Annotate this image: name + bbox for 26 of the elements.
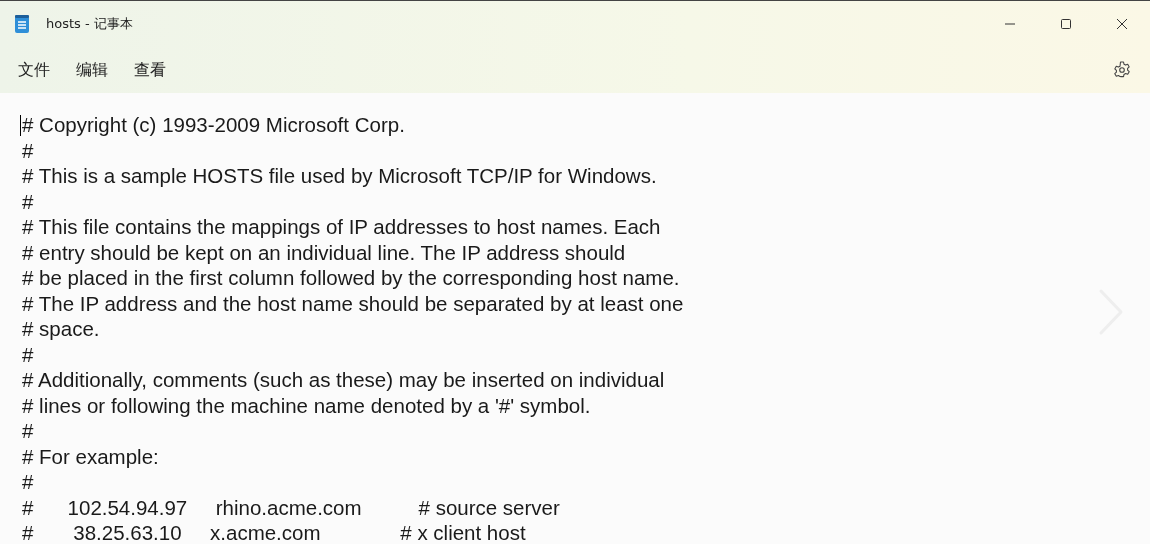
text-cursor (20, 115, 21, 136)
text-line: # Copyright (c) 1993-2009 Microsoft Corp. (22, 112, 405, 138)
text-line: # (22, 188, 34, 214)
settings-icon[interactable] (1112, 60, 1132, 80)
menu-item[interactable]: 编辑 (76, 55, 108, 85)
text-line: # space. (22, 316, 100, 342)
text-line: # For example: (22, 443, 159, 469)
text-line: # (22, 137, 34, 163)
text-line: # This file contains the mappings of IP addresses to host names. Each (22, 214, 661, 240)
menu-item[interactable]: 文件 (18, 55, 50, 85)
text-line: # Additionally, comments (such as these) may be inserted on individual (22, 367, 665, 393)
maximize-icon (1060, 18, 1072, 30)
notepad-icon (14, 14, 30, 34)
text-line: # be placed in the first column followed by the corresponding host name. (22, 265, 680, 291)
text-line: # entry should be kept on an individual line. The IP address should (22, 239, 626, 265)
text-line: # (22, 469, 34, 495)
text-line: # The IP address and the host name should be separated by at least one (22, 290, 684, 316)
menu-item[interactable]: 查看 (134, 55, 166, 85)
text-line: # lines or following the machine name denoted by a '#' symbol. (22, 392, 591, 418)
text-line: # 38.25.63.10 x.acme.com # x client host (22, 520, 526, 544)
text-line: # This is a sample HOSTS file used by Microsoft TCP/IP for Windows. (22, 163, 657, 189)
text-line: # (22, 418, 34, 444)
text-line: # 102.54.94.97 rhino.acme.com # source server (22, 494, 560, 520)
text-line: # (22, 341, 34, 367)
close-icon (1116, 18, 1128, 30)
window-title: hosts - 记事本 (46, 15, 134, 33)
